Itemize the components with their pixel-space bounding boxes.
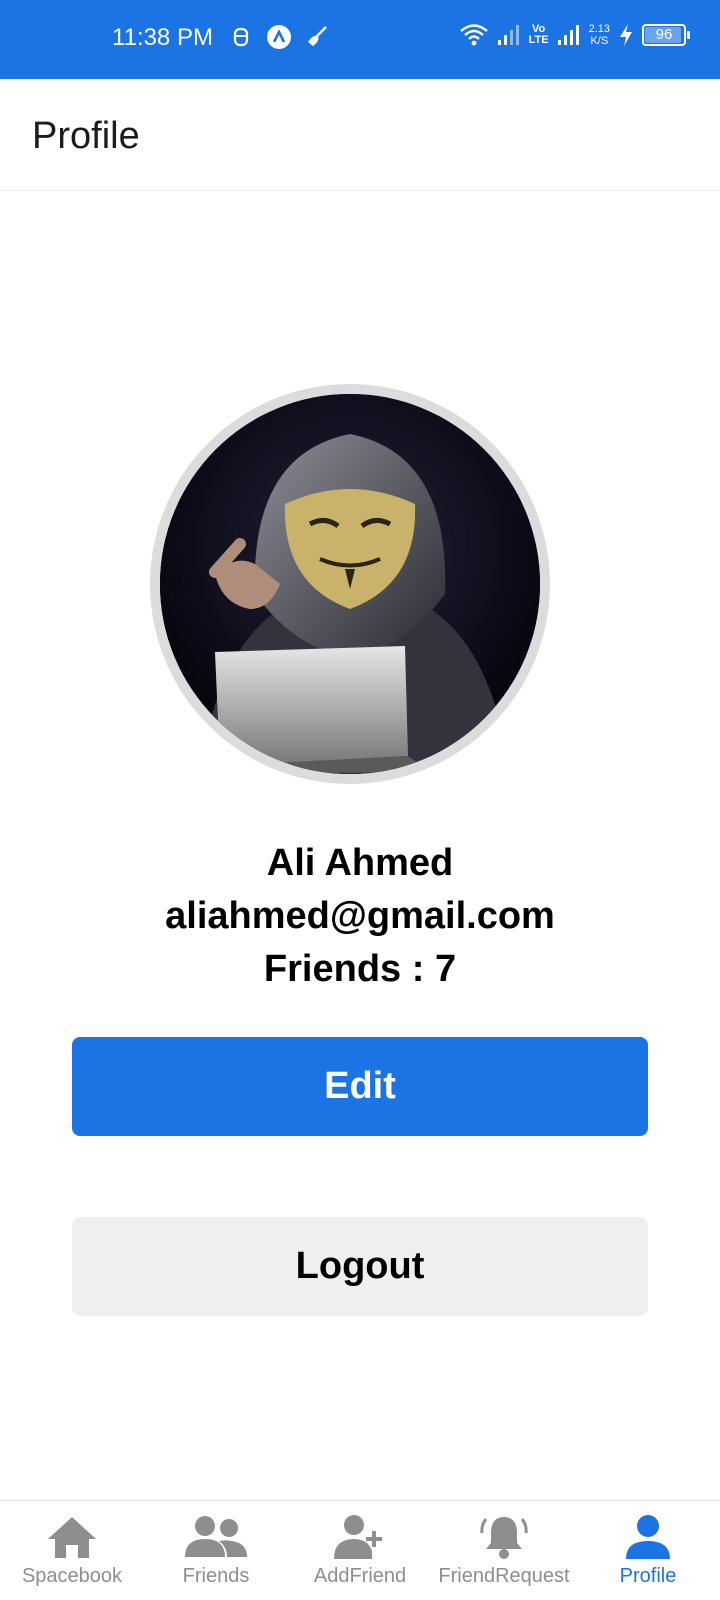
page-title: Profile <box>32 115 140 157</box>
signal-icon <box>497 25 519 45</box>
nav-label: Friends <box>182 1565 250 1587</box>
broom-icon <box>308 26 327 46</box>
arrow-up-circle-icon <box>267 25 291 49</box>
app-notification-icon <box>233 27 249 47</box>
volte-indicator: Vo LTE <box>529 24 549 46</box>
user-name: Ali Ahmed <box>266 842 454 884</box>
nav-item-spacebook[interactable]: Spacebook <box>0 1501 144 1600</box>
home-icon <box>48 1517 96 1558</box>
battery-percent: 96 <box>655 26 673 43</box>
nav-item-friendrequest[interactable]: FriendRequest <box>432 1501 576 1600</box>
nav-item-profile[interactable]: Profile <box>576 1501 720 1600</box>
avatar <box>150 384 550 784</box>
nav-label: AddFriend <box>313 1565 407 1587</box>
add-person-icon <box>334 1515 382 1559</box>
logout-button[interactable]: Logout <box>72 1217 648 1316</box>
speed-value: 2.13 <box>588 23 610 35</box>
battery-indicator: 96 <box>642 24 690 46</box>
friend-count: Friends : 7 <box>263 948 457 990</box>
bottom-nav: Spacebook Friends AddFriend FriendReques… <box>0 1500 720 1600</box>
nav-label: Spacebook <box>21 1565 123 1587</box>
avatar-image <box>160 394 540 774</box>
wifi-icon <box>459 24 488 46</box>
hooded-figure-image <box>160 394 540 774</box>
network-speed: 2.13 K/S <box>589 23 610 47</box>
bell-icon <box>480 1517 528 1559</box>
notification-icons <box>228 24 330 50</box>
status-time: 11:38 PM <box>112 24 213 51</box>
nav-label: FriendRequest <box>438 1565 570 1587</box>
nav-item-friends[interactable]: Friends <box>144 1501 288 1600</box>
volte-label-bottom: LTE <box>528 34 549 46</box>
charging-icon <box>620 24 632 46</box>
nav-item-addfriend[interactable]: AddFriend <box>288 1501 432 1600</box>
edit-button[interactable]: Edit <box>72 1037 648 1136</box>
system-icons: Vo LTE 2.13 K/S 96 <box>459 22 690 48</box>
speed-unit: K/S <box>590 35 609 47</box>
user-email: aliahmed@gmail.com <box>165 895 555 937</box>
person-icon <box>626 1515 670 1559</box>
nav-label: Profile <box>619 1565 677 1587</box>
signal-icon <box>557 25 579 45</box>
status-bar: 11:38 PM Vo LTE 2.13 K/S 96 <box>0 0 720 79</box>
people-icon <box>185 1516 247 1557</box>
app-header: Profile <box>0 79 720 191</box>
